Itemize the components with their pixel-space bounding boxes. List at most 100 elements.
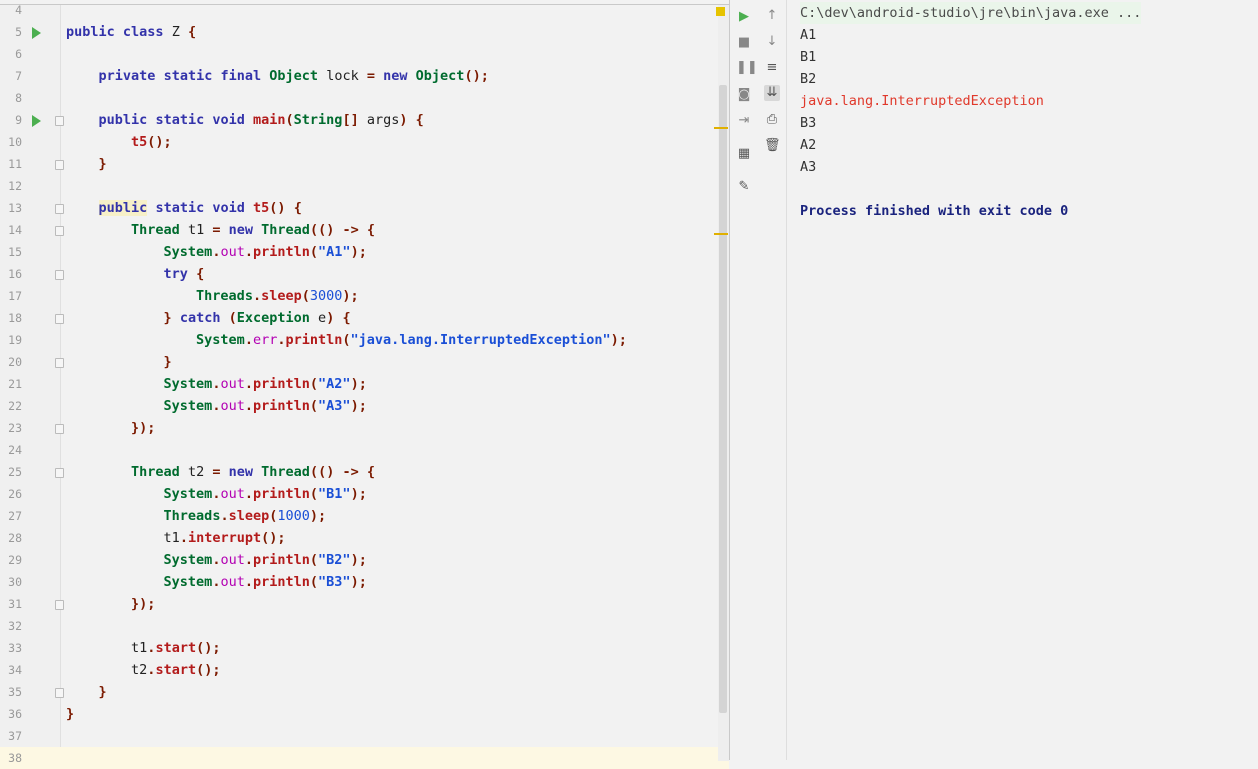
process-finished-message: Process finished with exit code 0: [800, 203, 1069, 219]
console-output-line: A3: [800, 159, 817, 175]
exit-icon[interactable]: ⇥: [736, 113, 752, 129]
line-number: 33: [8, 641, 22, 655]
code-text: });: [131, 596, 156, 612]
line-number: 16: [8, 267, 22, 281]
run-toolbar-primary: ▶ ■ ❚❚ ◙ ⇥ ▦ ✎: [729, 0, 759, 760]
run-console[interactable]: C:\dev\android-studio\jre\bin\java.exe .…: [787, 0, 1258, 760]
line-number: 27: [8, 509, 22, 523]
line-number: 7: [15, 69, 22, 83]
code-line[interactable]: 33 t1.start();: [0, 637, 729, 659]
code-line[interactable]: 10 t5();: [0, 131, 729, 153]
error-stripe-marker[interactable]: [714, 233, 728, 235]
code-line[interactable]: 12: [0, 175, 729, 197]
fold-marker-icon[interactable]: [55, 270, 64, 280]
line-number: 4: [15, 3, 22, 17]
trash-icon[interactable]: 🗑: [764, 138, 781, 154]
code-line[interactable]: 26 System.out.println("B1");: [0, 483, 729, 505]
code-line[interactable]: 11 }: [0, 153, 729, 175]
code-text: });: [131, 420, 156, 436]
code-line[interactable]: 30 System.out.println("B3");: [0, 571, 729, 593]
code-text: public static void t5() {: [98, 200, 302, 216]
code-line[interactable]: 7 private static final Object lock = new…: [0, 65, 729, 87]
code-line[interactable]: 23 });: [0, 417, 729, 439]
fold-marker-icon[interactable]: [55, 314, 64, 324]
code-line[interactable]: 20 }: [0, 351, 729, 373]
console-output-line: B1: [800, 49, 817, 65]
code-text: Threads.sleep(1000);: [163, 508, 327, 524]
line-number: 34: [8, 663, 22, 677]
pause-icon[interactable]: ❚❚: [736, 60, 758, 76]
code-line[interactable]: 32: [0, 615, 729, 637]
code-line[interactable]: 5 public class Z {: [0, 21, 729, 43]
code-line[interactable]: 15 System.out.println("A1");: [0, 241, 729, 263]
code-line[interactable]: 34 t2.start();: [0, 659, 729, 681]
line-number: 24: [8, 443, 22, 457]
code-line[interactable]: 27 Threads.sleep(1000);: [0, 505, 729, 527]
code-line[interactable]: 28 t1.interrupt();: [0, 527, 729, 549]
line-number: 37: [8, 729, 22, 743]
code-line[interactable]: 14 Thread t1 = new Thread(() -> {: [0, 219, 729, 241]
fold-marker-icon[interactable]: [55, 358, 64, 368]
fold-marker-icon[interactable]: [55, 600, 64, 610]
code-line[interactable]: 17 Threads.sleep(3000);: [0, 285, 729, 307]
code-line[interactable]: 29 System.out.println("B2");: [0, 549, 729, 571]
console-error-line: java.lang.InterruptedException: [800, 93, 1044, 109]
line-number: 17: [8, 289, 22, 303]
code-text: Threads.sleep(3000);: [196, 288, 359, 304]
code-line[interactable]: 18 } catch (Exception e) {: [0, 307, 729, 329]
fold-marker-icon[interactable]: [55, 116, 64, 126]
stop-icon[interactable]: ■: [736, 35, 752, 51]
code-line[interactable]: 6: [0, 43, 729, 65]
code-line[interactable]: 24: [0, 439, 729, 461]
code-line[interactable]: 35 }: [0, 681, 729, 703]
code-line[interactable]: 13 public static void t5() {: [0, 197, 729, 219]
code-line[interactable]: 31 });: [0, 593, 729, 615]
code-text: t1.start();: [131, 640, 221, 656]
code-text: t5();: [131, 134, 172, 150]
run-toolbar-secondary: ↑ ↓ ≡ ⇊ ⎙ 🗑: [758, 0, 787, 760]
code-line[interactable]: 25 Thread t2 = new Thread(() -> {: [0, 461, 729, 483]
code-line[interactable]: 9 public static void main(String[] args)…: [0, 109, 729, 131]
line-number: 22: [8, 399, 22, 413]
code-line[interactable]: 38: [0, 747, 729, 769]
up-arrow-icon[interactable]: ↑: [764, 8, 780, 24]
fold-marker-icon[interactable]: [55, 160, 64, 170]
code-text: System.err.println("java.lang.Interrupte…: [196, 332, 627, 348]
console-command-line: C:\dev\android-studio\jre\bin\java.exe .…: [800, 2, 1142, 24]
code-editor[interactable]: 4 5 public class Z {6 7 private static fina…: [0, 3, 729, 769]
layout-icon[interactable]: ▦: [736, 146, 752, 162]
run-icon[interactable]: ▶: [736, 9, 752, 25]
fold-marker-icon[interactable]: [55, 688, 64, 698]
code-line[interactable]: 21 System.out.println("A2");: [0, 373, 729, 395]
fold-marker-icon[interactable]: [55, 468, 64, 478]
code-line[interactable]: 22 System.out.println("A3");: [0, 395, 729, 417]
line-number: 14: [8, 223, 22, 237]
code-text: System.out.println("A3");: [163, 398, 367, 414]
code-line[interactable]: 16 try {: [0, 263, 729, 285]
code-text: System.out.println("B1");: [163, 486, 367, 502]
line-number: 31: [8, 597, 22, 611]
code-line[interactable]: 19 System.err.println("java.lang.Interru…: [0, 329, 729, 351]
code-line[interactable]: 36}: [0, 703, 729, 725]
code-line[interactable]: 37: [0, 725, 729, 747]
camera-icon[interactable]: ◙: [736, 87, 752, 103]
code-line[interactable]: 4: [0, 0, 729, 21]
line-number: 23: [8, 421, 22, 435]
run-gutter-icon[interactable]: [32, 27, 41, 39]
soft-wrap-icon[interactable]: ≡: [764, 60, 780, 76]
code-text: Thread t2 = new Thread(() -> {: [131, 464, 376, 480]
editor-scrollbar-thumb[interactable]: [719, 85, 727, 713]
ide-window: 4 5 public class Z {6 7 private static fina…: [0, 0, 1258, 769]
run-gutter-icon[interactable]: [32, 115, 41, 127]
code-line[interactable]: 8: [0, 87, 729, 109]
fold-marker-icon[interactable]: [55, 204, 64, 214]
fold-marker-icon[interactable]: [55, 226, 64, 236]
scroll-to-end-icon[interactable]: ⇊: [764, 85, 780, 101]
print-icon[interactable]: ⎙: [764, 112, 780, 128]
down-arrow-icon[interactable]: ↓: [764, 34, 780, 50]
fold-marker-icon[interactable]: [55, 424, 64, 434]
error-stripe-marker[interactable]: [714, 127, 728, 129]
warning-marker-icon[interactable]: [716, 7, 725, 16]
pin-icon[interactable]: ✎: [736, 179, 752, 195]
code-text: }: [163, 354, 172, 370]
